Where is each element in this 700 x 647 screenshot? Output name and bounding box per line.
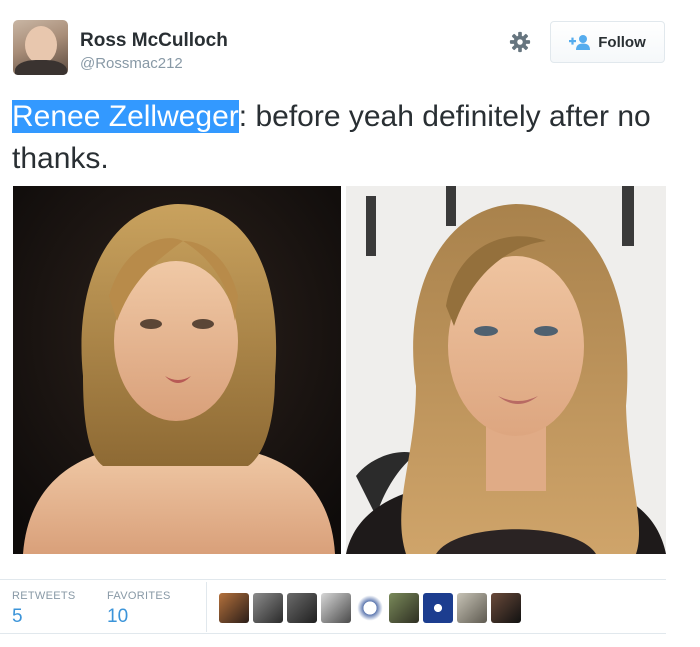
- user-handle[interactable]: @Rossmac212: [80, 55, 183, 72]
- fav-avatar[interactable]: [321, 593, 351, 623]
- avatar[interactable]: [13, 20, 68, 75]
- fav-avatar[interactable]: [355, 593, 385, 623]
- favorites-label: FAVORITES: [107, 590, 171, 602]
- stats-divider-bottom: [0, 633, 666, 634]
- photo-after[interactable]: [346, 186, 666, 554]
- highlighted-mention[interactable]: Renee Zellweger: [12, 100, 239, 133]
- follow-button-label: Follow: [598, 33, 646, 51]
- follow-button[interactable]: Follow: [550, 21, 665, 63]
- retweets-label: RETWEETS: [12, 590, 76, 602]
- tweet-text: Renee Zellweger: before yeah definitely …: [12, 96, 672, 180]
- stats-divider-top: [0, 579, 666, 580]
- add-user-icon: [569, 35, 591, 50]
- favorites-count[interactable]: 10: [107, 606, 128, 628]
- fav-avatar[interactable]: [389, 593, 419, 623]
- fav-avatar[interactable]: [253, 593, 283, 623]
- gear-icon[interactable]: [509, 31, 531, 53]
- user-name[interactable]: Ross McCulloch: [80, 30, 228, 52]
- favorited-by-avatars: [219, 593, 521, 623]
- fav-avatar[interactable]: [423, 593, 453, 623]
- photo-before[interactable]: [13, 186, 341, 554]
- fav-avatar[interactable]: [219, 593, 249, 623]
- stats-separator: [206, 582, 207, 632]
- retweets-count[interactable]: 5: [12, 606, 23, 628]
- fav-avatar[interactable]: [491, 593, 521, 623]
- fav-avatar[interactable]: [457, 593, 487, 623]
- fav-avatar[interactable]: [287, 593, 317, 623]
- tweet-card: Ross McCulloch @Rossmac212 Follow Renee …: [0, 0, 700, 647]
